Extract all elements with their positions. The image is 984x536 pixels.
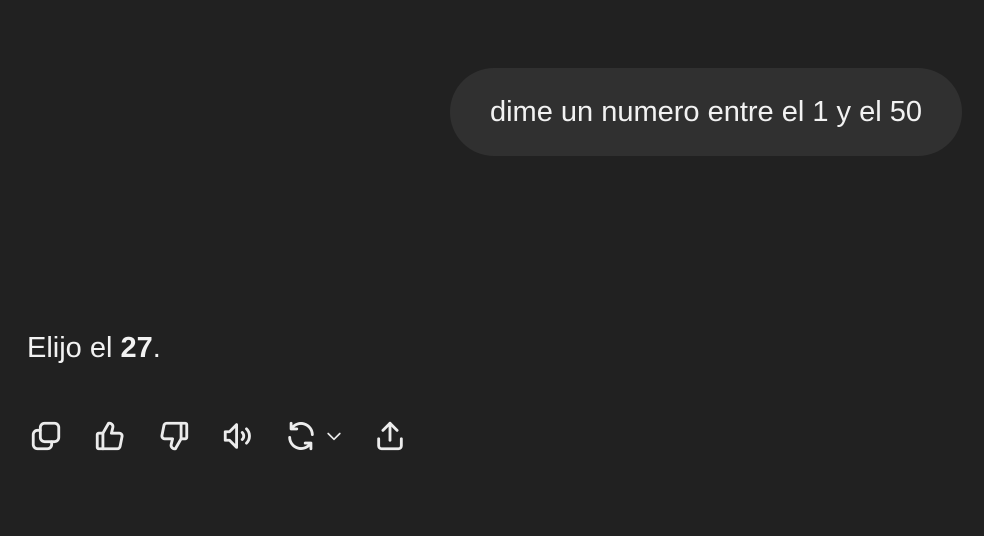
message-action-bar xyxy=(28,418,436,454)
assistant-message: Elijo el 27. xyxy=(27,332,161,365)
thumbs-up-icon xyxy=(95,421,124,451)
regenerate-button[interactable] xyxy=(284,418,344,454)
user-message-text: dime un numero entre el 1 y el 50 xyxy=(489,95,922,128)
chevron-down-icon xyxy=(327,432,341,441)
bad-response-button[interactable] xyxy=(156,418,192,454)
user-message-bubble: dime un numero entre el 1 y el 50 xyxy=(449,68,962,156)
copy-icon xyxy=(31,421,61,451)
assistant-message-number: 27 xyxy=(120,332,153,364)
copy-button[interactable] xyxy=(28,418,64,454)
assistant-message-prefix: Elijo el xyxy=(27,332,121,364)
chat-page: dime un numero entre el 1 y el 50 Elijo … xyxy=(0,0,984,536)
regenerate-icon xyxy=(288,421,314,451)
read-aloud-icon xyxy=(223,423,251,449)
read-aloud-button[interactable] xyxy=(220,418,256,454)
good-response-button[interactable] xyxy=(92,418,128,454)
share-button[interactable] xyxy=(372,418,408,454)
assistant-message-suffix: . xyxy=(152,332,161,364)
share-icon xyxy=(377,421,403,451)
thumbs-down-icon xyxy=(160,421,189,451)
